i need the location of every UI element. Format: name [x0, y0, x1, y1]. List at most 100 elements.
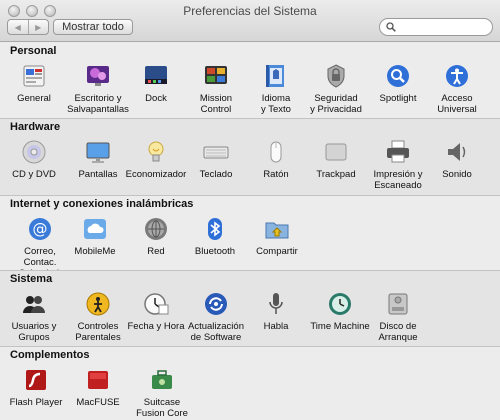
pref-pane-label: Escritorio y Salvapantallas — [67, 93, 129, 115]
system-preferences-window: Preferencias del Sistema ◀ ▶ Mostrar tod… — [0, 0, 500, 420]
pref-pane-clock[interactable]: Fecha y Hora — [124, 290, 188, 332]
pref-pane-label: Acceso Universal — [437, 93, 477, 115]
pref-pane-label: General — [17, 93, 51, 104]
pref-pane-time-machine[interactable]: Time Machine — [308, 290, 372, 332]
search-input[interactable] — [399, 21, 489, 33]
section-header: Sistema — [10, 273, 53, 285]
pref-pane-label: Dock — [145, 93, 167, 104]
section-divider — [0, 270, 500, 271]
pref-pane-update[interactable]: Actualización de Software — [184, 290, 248, 343]
pref-pane-label: Usuarios y Grupos — [11, 321, 57, 343]
printer-icon — [384, 138, 412, 166]
pref-pane-label: Teclado — [199, 169, 233, 180]
section-divider — [0, 118, 500, 119]
sharing-icon — [263, 215, 291, 243]
pref-pane-label: Pantallas — [78, 169, 118, 180]
pref-pane-display[interactable]: Pantallas — [66, 138, 130, 180]
pref-pane-speaker[interactable]: Sonido — [425, 138, 489, 180]
pref-pane-label: Red — [147, 246, 165, 257]
pref-pane-label: Trackpad — [316, 169, 356, 180]
speaker-icon — [443, 138, 471, 166]
pref-pane-keyboard[interactable]: Teclado — [184, 138, 248, 180]
pref-pane-label: Economizador — [125, 169, 187, 180]
general-icon — [20, 62, 48, 90]
cloud-icon — [81, 215, 109, 243]
pref-pane-disk[interactable]: Disco de Arranque — [366, 290, 430, 343]
accessibility-icon — [443, 62, 471, 90]
pref-pane-flash[interactable]: Flash Player — [4, 366, 68, 408]
pref-pane-language[interactable]: Idioma y Texto — [244, 62, 308, 115]
pref-pane-mouse[interactable]: Ratón — [244, 138, 308, 180]
keyboard-icon — [202, 138, 230, 166]
show-all-button[interactable]: Mostrar todo — [53, 19, 133, 35]
section-header: Hardware — [10, 121, 61, 133]
macfuse-icon — [84, 366, 112, 394]
pref-pane-macfuse[interactable]: MacFUSE — [66, 366, 130, 408]
parental-icon — [84, 290, 112, 318]
network-icon — [142, 215, 170, 243]
pref-pane-label: Habla — [263, 321, 289, 332]
pref-pane-microphone[interactable]: Habla — [244, 290, 308, 332]
pref-pane-general[interactable]: General — [2, 62, 66, 104]
mission-control-icon — [202, 62, 230, 90]
display-icon — [84, 138, 112, 166]
pref-pane-bluetooth[interactable]: Bluetooth — [183, 215, 247, 257]
pref-pane-label: Flash Player — [9, 397, 63, 408]
back-button[interactable]: ◀ — [8, 20, 28, 34]
section-hardware: Hardware CD y DVD Pantallas Economizador Tec… — [0, 118, 500, 195]
desktop-icon — [84, 62, 112, 90]
pref-pane-label: Ratón — [263, 169, 289, 180]
section-internet: Internet y conexiones inalámbricas @ Corre… — [0, 195, 500, 279]
pref-pane-label: MacFUSE — [76, 397, 120, 408]
svg-text:@: @ — [33, 220, 48, 238]
pref-pane-label: Disco de Arranque — [378, 321, 418, 343]
cd-icon — [20, 138, 48, 166]
pref-pane-sharing[interactable]: Compartir — [245, 215, 309, 257]
pref-pane-dock[interactable]: Dock — [124, 62, 188, 104]
pref-pane-label: Compartir — [256, 246, 298, 257]
pref-pane-trackpad[interactable]: Trackpad — [304, 138, 368, 180]
pref-pane-label: Sonido — [442, 169, 472, 180]
pref-pane-cd[interactable]: CD y DVD — [2, 138, 66, 180]
pref-pane-security[interactable]: Seguridad y Privacidad — [304, 62, 368, 115]
window-title: Preferencias del Sistema — [183, 4, 317, 18]
section-divider — [0, 346, 500, 347]
section-personal: Personal General Escritorio y Salvapantall… — [0, 42, 500, 118]
section-divider — [0, 195, 500, 196]
pref-pane-parental[interactable]: Controles Parentales — [66, 290, 130, 343]
section-complementos: Complementos Flash Player MacFUSE Suitcase … — [0, 346, 500, 420]
pref-pane-label: Controles Parentales — [75, 321, 121, 343]
users-icon — [20, 290, 48, 318]
microphone-icon — [262, 290, 290, 318]
pref-pane-suitcase[interactable]: Suitcase Fusion Core — [130, 366, 194, 419]
pref-pane-spotlight[interactable]: Spotlight — [366, 62, 430, 104]
navigation-buttons: ◀ ▶ — [7, 19, 49, 35]
clock-icon — [142, 290, 170, 318]
pref-pane-users[interactable]: Usuarios y Grupos — [2, 290, 66, 343]
pref-pane-label: MobileMe — [74, 246, 116, 257]
mail-icon: @ — [26, 215, 54, 243]
pref-pane-bulb[interactable]: Economizador — [124, 138, 188, 180]
pref-pane-printer[interactable]: Impresión y Escaneado — [366, 138, 430, 191]
disk-icon — [384, 290, 412, 318]
pref-pane-label: Spotlight — [379, 93, 417, 104]
mouse-icon — [262, 138, 290, 166]
pref-pane-desktop[interactable]: Escritorio y Salvapantallas — [66, 62, 130, 115]
pref-pane-mission-control[interactable]: Mission Control — [184, 62, 248, 115]
language-icon — [262, 62, 290, 90]
bluetooth-icon — [201, 215, 229, 243]
pref-pane-label: Mission Control — [199, 93, 233, 115]
pref-pane-cloud[interactable]: MobileMe — [63, 215, 127, 257]
pref-pane-label: CD y DVD — [12, 169, 56, 180]
suitcase-icon — [148, 366, 176, 394]
bulb-icon — [142, 138, 170, 166]
spotlight-icon — [384, 62, 412, 90]
pref-pane-label: Time Machine — [310, 321, 370, 332]
pref-pane-network[interactable]: Red — [124, 215, 188, 257]
pref-pane-label: Bluetooth — [194, 246, 236, 257]
section-header: Complementos — [10, 349, 90, 361]
forward-button[interactable]: ▶ — [27, 20, 49, 34]
dock-icon — [142, 62, 170, 90]
search-field[interactable] — [379, 18, 493, 36]
pref-pane-accessibility[interactable]: Acceso Universal — [425, 62, 489, 115]
